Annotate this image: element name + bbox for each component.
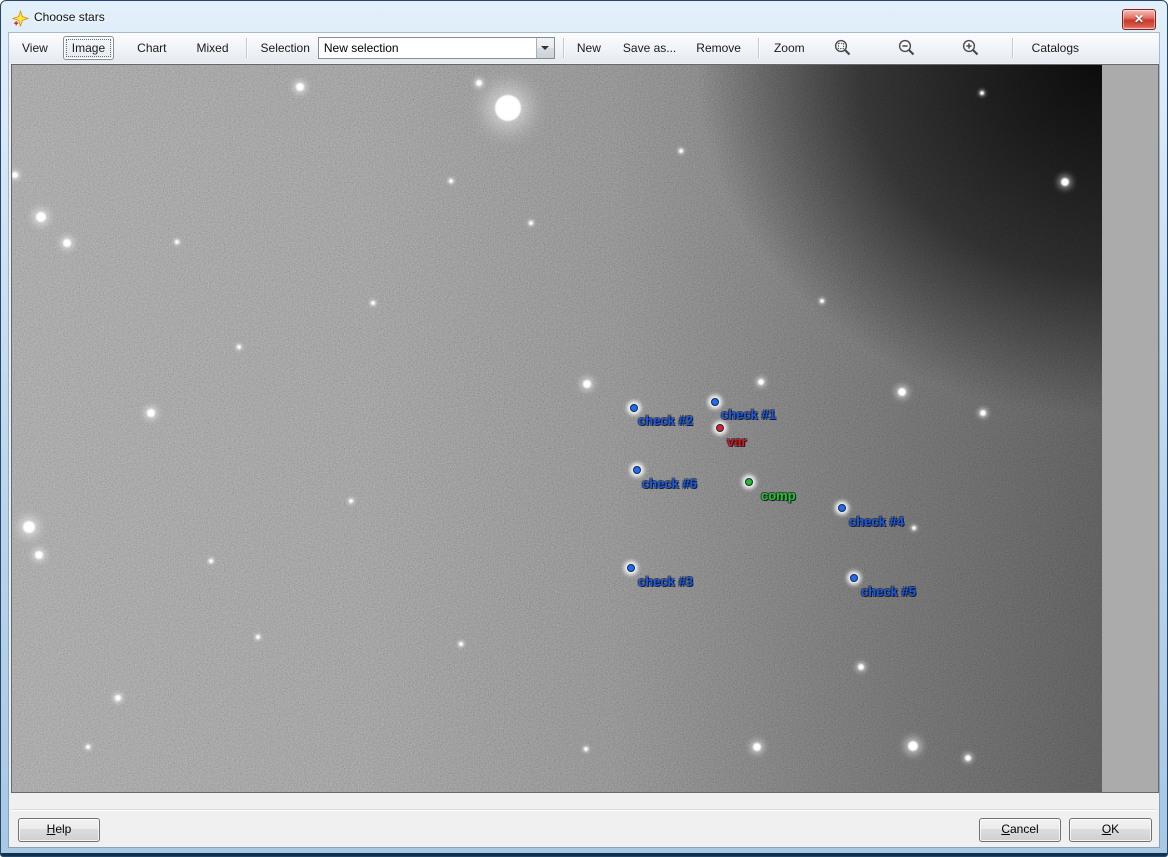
star [758, 379, 764, 385]
choose-stars-dialog: Choose stars ✕ View Image Chart Mixed Se… [0, 0, 1168, 857]
star [495, 95, 521, 121]
star [980, 91, 984, 95]
zoom-out-button[interactable] [894, 36, 920, 60]
star [147, 409, 155, 417]
marker-label-comp: comp [761, 488, 796, 503]
star [36, 212, 46, 222]
selection-label: Selection [261, 41, 310, 55]
selection-combobox[interactable]: New selection [318, 37, 555, 59]
star [23, 521, 35, 533]
star [858, 664, 864, 670]
help-button[interactable]: Help [18, 818, 100, 842]
tab-image[interactable]: Image [63, 36, 114, 60]
dialog-content: View Image Chart Mixed Selection New sel… [9, 33, 1159, 847]
star [371, 301, 375, 305]
zoom-out-icon [898, 39, 916, 57]
star [449, 179, 453, 183]
ok-button-label: O [1102, 822, 1111, 836]
marker-dot-check-2[interactable] [630, 404, 638, 412]
marker-label-check-4: check #4 [849, 514, 904, 529]
tab-mixed[interactable]: Mixed [188, 36, 238, 60]
star [898, 388, 906, 396]
catalogs-button[interactable]: Catalogs [1023, 36, 1088, 60]
star-icon [12, 10, 29, 27]
marker-dot-check-6[interactable] [633, 466, 641, 474]
title-bar[interactable]: Choose stars ✕ [1, 1, 1167, 33]
star [349, 499, 353, 503]
marker-label-check-5: check #5 [861, 584, 916, 599]
marker-dot-check-4[interactable] [838, 504, 846, 512]
star [1061, 178, 1069, 186]
zoom-in-icon [962, 39, 980, 57]
star [35, 551, 43, 559]
toolbar: View Image Chart Mixed Selection New sel… [9, 33, 1159, 63]
new-button[interactable]: New [568, 36, 610, 60]
star [86, 745, 90, 749]
star-field[interactable]: check #1 check #2 var check #6 comp check #4 c… [12, 65, 1102, 792]
selection-combobox-value: New selection [319, 41, 536, 55]
star [237, 345, 241, 349]
toolbar-separator [758, 38, 759, 58]
vignette-overlay [12, 65, 1102, 792]
star [12, 172, 18, 178]
star [256, 635, 260, 639]
window-title: Choose stars [34, 10, 105, 24]
star [476, 80, 482, 86]
star [980, 410, 986, 416]
marker-label-check-6: check #6 [642, 476, 697, 491]
viewer-empty-area [1102, 65, 1158, 792]
combo-dropdown-button[interactable] [536, 38, 554, 58]
marker-dot-check-3[interactable] [627, 564, 635, 572]
remove-button[interactable]: Remove [687, 36, 750, 60]
chevron-down-icon [541, 46, 549, 50]
star [63, 239, 71, 247]
marker-label-check-3: check #3 [638, 574, 693, 589]
star [965, 755, 971, 761]
marker-dot-check-1[interactable] [711, 398, 719, 406]
marker-label-var: var [727, 434, 747, 449]
tab-view[interactable]: View [13, 36, 57, 60]
star [529, 221, 533, 225]
cancel-button-label: C [1001, 822, 1010, 836]
star [912, 526, 916, 530]
save-as-button[interactable]: Save as... [614, 36, 685, 60]
star [753, 743, 761, 751]
toolbar-separator [1012, 38, 1013, 58]
star [296, 83, 304, 91]
star [908, 741, 918, 751]
ok-button[interactable]: OK [1069, 818, 1152, 842]
marker-dot-comp[interactable] [745, 478, 753, 486]
star [583, 380, 591, 388]
star [459, 642, 463, 646]
close-button[interactable]: ✕ [1122, 9, 1156, 30]
toolbar-separator [563, 38, 564, 58]
marker-dot-check-5[interactable] [850, 574, 858, 582]
marker-label-check-1: check #1 [721, 407, 776, 422]
close-icon: ✕ [1134, 12, 1144, 26]
footer-divider [11, 809, 1157, 811]
cancel-button[interactable]: Cancel [979, 818, 1061, 842]
zoom-in-button[interactable] [958, 36, 984, 60]
star [209, 559, 213, 563]
image-viewport[interactable]: check #1 check #2 var check #6 comp check #4 c… [11, 64, 1159, 793]
marker-dot-var[interactable] [716, 424, 724, 432]
star [115, 695, 121, 701]
zoom-menu-button[interactable]: Zoom [765, 36, 814, 60]
star [584, 747, 588, 751]
zoom-rect-button[interactable] [830, 36, 856, 60]
star [679, 149, 683, 153]
marker-label-check-2: check #2 [638, 413, 693, 428]
star [175, 240, 179, 244]
tab-chart[interactable]: Chart [128, 36, 175, 60]
toolbar-separator [246, 38, 247, 58]
star [820, 299, 824, 303]
zoom-rect-icon [834, 39, 852, 57]
